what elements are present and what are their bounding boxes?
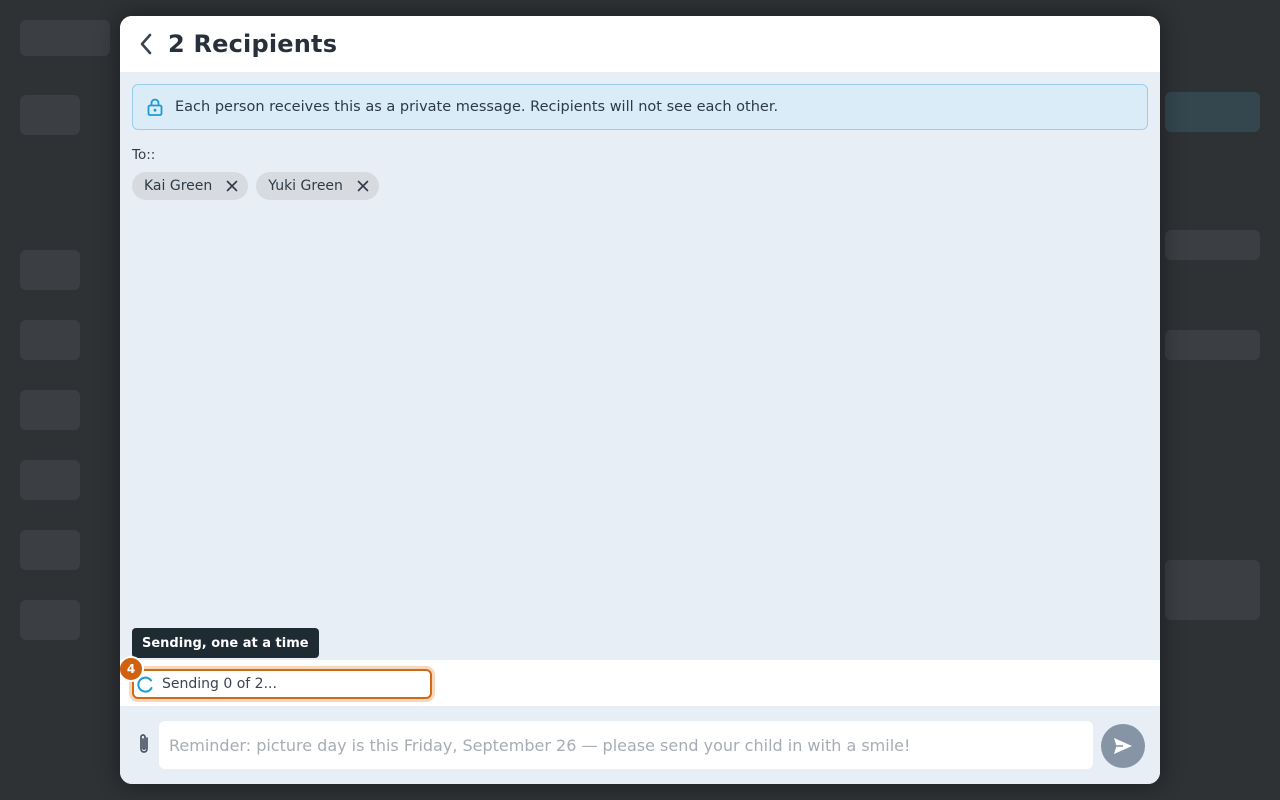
paperclip-icon[interactable] [137,732,151,760]
message-composer [120,706,1160,784]
recipient-chip: Yuki Green [256,172,379,200]
sending-tooltip: Sending, one at a time [132,628,319,658]
modal-title: 2 Recipients [168,30,338,58]
backdrop-logo [20,20,110,56]
backdrop-item [1165,330,1260,360]
backdrop-button [1165,92,1260,132]
backdrop-item [20,320,80,360]
backdrop-item [1165,560,1260,620]
backdrop-item [20,390,80,430]
recipients-modal: 2 Recipients Each person receives this a… [120,16,1160,784]
recipient-name: Yuki Green [268,178,343,194]
send-icon [1114,738,1132,754]
recipient-chip: Kai Green [132,172,249,200]
send-status-bar: Sending 0 of 2... 4 [120,656,1160,706]
recipient-name: Kai Green [144,178,213,194]
backdrop-item [20,250,80,290]
close-icon[interactable] [226,180,238,192]
to-label: To:: [132,147,156,163]
lock-icon [147,98,163,116]
banner-text: Each person receives this as a private m… [175,99,779,115]
chevron-left-icon [140,33,152,55]
backdrop-item [1165,230,1260,260]
privacy-info-banner: Each person receives this as a private m… [132,84,1148,130]
modal-header: 2 Recipients [120,16,1160,72]
recipient-chips: Kai Green Yuki Green [132,172,379,200]
close-icon[interactable] [357,180,369,192]
message-input[interactable] [159,721,1093,769]
send-button[interactable] [1101,724,1145,768]
backdrop-item [20,530,80,570]
back-button[interactable] [132,30,160,58]
backdrop-item [20,600,80,640]
backdrop-item [20,95,80,135]
send-progress-text: Sending 0 of 2... [162,676,277,692]
backdrop-item [20,460,80,500]
send-progress-status: Sending 0 of 2... [132,669,432,699]
